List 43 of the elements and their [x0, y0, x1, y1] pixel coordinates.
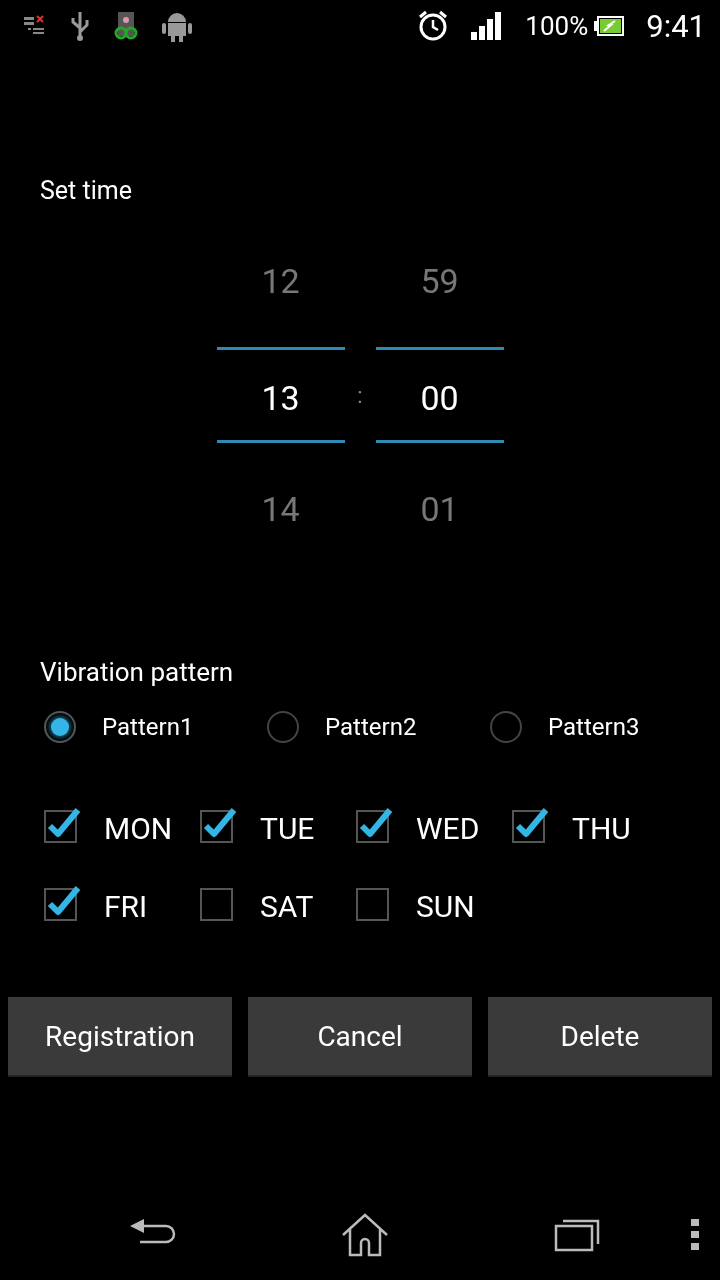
usb-icon	[70, 10, 90, 42]
day-label: TUE	[260, 810, 315, 846]
radio-button[interactable]	[267, 711, 299, 743]
dialog-title: Set time	[40, 176, 133, 205]
section-label: Vibration pattern	[40, 657, 235, 687]
day-label: MON	[104, 810, 173, 846]
hour-value[interactable]: 12	[261, 251, 300, 311]
day-label: SAT	[260, 888, 314, 924]
minute-value[interactable]: 00	[375, 347, 504, 443]
day-label: SUN	[416, 888, 475, 924]
checkbox[interactable]	[356, 810, 392, 846]
android-icon	[162, 10, 192, 42]
signal-icon	[471, 12, 504, 40]
checkbox[interactable]	[512, 810, 548, 846]
dialog-button[interactable]: Registration	[8, 997, 232, 1077]
dialog-button[interactable]: Cancel	[248, 997, 472, 1077]
checkbox[interactable]	[200, 810, 236, 846]
overflow-menu-icon[interactable]	[690, 1218, 700, 1252]
day-label: FRI	[104, 888, 148, 924]
minute-value[interactable]: 01	[420, 479, 459, 539]
radio-button[interactable]	[490, 711, 522, 743]
radio-button[interactable]	[44, 711, 76, 743]
hour-value[interactable]: 14	[261, 479, 300, 539]
checkbox[interactable]	[44, 810, 80, 846]
checkbox[interactable]	[356, 888, 392, 924]
battery-charging-icon	[594, 16, 625, 36]
radio-label: Pattern3	[548, 713, 640, 741]
battery-percent: 100%	[525, 11, 589, 41]
time-separator: :	[357, 382, 363, 408]
alarm-clock-icon	[417, 10, 450, 42]
app-icon	[112, 11, 140, 41]
day-label: THU	[572, 810, 631, 846]
minute-value[interactable]: 59	[420, 251, 459, 311]
checkbox[interactable]	[200, 888, 236, 924]
radio-label: Pattern1	[102, 713, 194, 741]
hour-value[interactable]: 13	[216, 347, 345, 443]
checkbox[interactable]	[44, 888, 80, 924]
day-label: WED	[416, 810, 480, 846]
clock-time: 9:41	[646, 7, 706, 45]
recent-apps-icon[interactable]	[554, 1218, 600, 1252]
radio-label: Pattern2	[325, 713, 417, 741]
dialog-button[interactable]: Delete	[488, 997, 712, 1077]
home-icon[interactable]	[341, 1213, 389, 1257]
